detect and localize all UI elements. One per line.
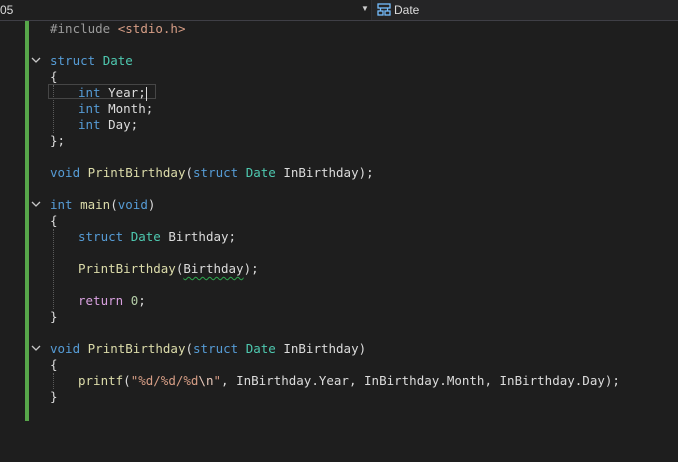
code-editor[interactable]: #include <stdio.h> struct Date { int Yea… (0, 21, 678, 462)
text-caret (145, 86, 147, 101)
member-name: Day; (108, 117, 139, 132)
uninitialized-variable-warning[interactable]: Birthday (183, 261, 243, 276)
argument: InBirthday.Month (364, 373, 485, 388)
project-scope-dropdown[interactable]: 05 ▼ (0, 0, 371, 20)
keyword: struct (193, 341, 239, 356)
code-line-return: return 0; (78, 293, 146, 308)
indent-guide (53, 229, 54, 309)
code-line-var-decl: struct Date Birthday; (78, 229, 237, 244)
keyword: int (78, 85, 101, 100)
code-line-brace: } (50, 309, 58, 324)
code-line-brace: }; (50, 133, 66, 148)
function-name: main (80, 197, 111, 212)
number-literal: 0 (130, 293, 139, 308)
member-dropdown-label: Date (394, 3, 420, 17)
member-name: Month; (108, 101, 154, 116)
type-name: Date (130, 229, 161, 244)
parameter-name: InBirthday (283, 341, 359, 356)
type-name: Date (102, 53, 133, 68)
code-line-func-def: void PrintBirthday(struct Date InBirthda… (50, 341, 367, 356)
code-line-brace: { (50, 213, 58, 228)
keyword: int (50, 197, 73, 212)
chevron-down-icon[interactable]: ▼ (361, 4, 369, 13)
code-line-brace: } (50, 389, 58, 404)
string-literal: " (213, 373, 222, 388)
keyword: struct (193, 165, 239, 180)
keyword: struct (50, 53, 96, 68)
code-line-member-year: int Year; (78, 85, 147, 101)
preprocessor-directive: #include (50, 21, 111, 36)
type-name: Date (245, 341, 276, 356)
keyword: void (50, 165, 81, 180)
keyword: void (50, 341, 81, 356)
code-line-member-month: int Month; (78, 101, 153, 117)
code-line-struct-decl: struct Date (50, 53, 133, 69)
project-scope-label: 05 (0, 3, 14, 17)
include-file: <stdio.h> (117, 21, 186, 36)
parameter-name: InBirthday (283, 165, 359, 180)
function-name: printf (78, 373, 124, 388)
function-name: PrintBirthday (87, 341, 186, 356)
variable-name: Birthday (168, 229, 229, 244)
escape-sequence: \n (198, 373, 214, 388)
code-line-brace: { (50, 357, 58, 372)
code-line-main-decl: int main(void) (50, 197, 156, 212)
string-literal: "%d/%d/%d (130, 373, 199, 388)
keyword: void (117, 197, 148, 212)
code-line-printf: printf("%d/%d/%d\n", InBirthday.Year, In… (78, 373, 620, 388)
code-line-brace: { (50, 69, 58, 84)
indent-guide (53, 373, 54, 389)
code-line-prototype: void PrintBirthday(struct Date InBirthda… (50, 165, 374, 180)
function-name: PrintBirthday (87, 165, 186, 180)
member-dropdown[interactable]: Date (372, 0, 678, 20)
argument: InBirthday.Year (236, 373, 349, 388)
type-name: Date (245, 165, 276, 180)
code-line-member-day: int Day; (78, 117, 138, 133)
struct-icon (377, 3, 391, 16)
function-name: PrintBirthday (78, 261, 176, 276)
collapse-main-icon[interactable] (30, 198, 42, 210)
collapse-struct-icon[interactable] (30, 54, 42, 66)
argument: InBirthday.Day (499, 373, 605, 388)
navigation-bar: 05 ▼ Date (0, 0, 678, 21)
code-line-call: PrintBirthday(Birthday); (78, 261, 259, 276)
collapse-printbirthday-icon[interactable] (30, 342, 42, 354)
keyword: int (78, 117, 101, 132)
code-line-include: #include <stdio.h> (50, 21, 185, 37)
keyword: struct (78, 229, 124, 244)
change-tracking-bar (25, 21, 29, 421)
keyword: return (78, 293, 124, 308)
keyword: int (78, 101, 101, 116)
member-name: Year; (108, 85, 146, 100)
